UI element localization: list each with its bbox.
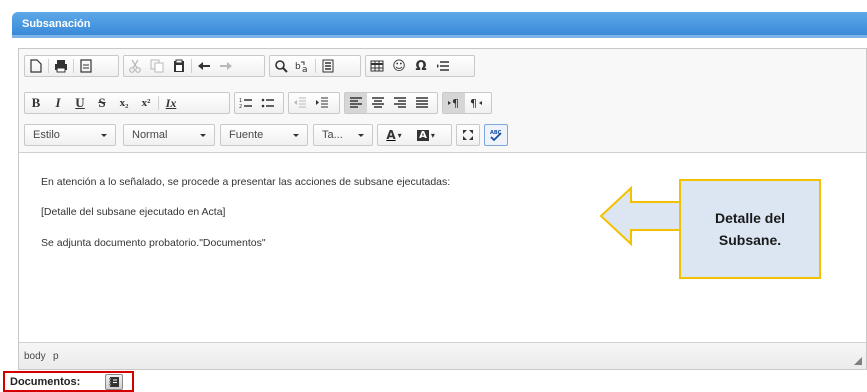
emoji-icon[interactable]: ☺: [388, 56, 410, 76]
separator: [73, 59, 74, 73]
rich-text-editor: ba ☺ Ω B I U S x₂ x² Ix 1 2 ¶ ¶ Estilo N…: [18, 48, 867, 370]
style-dropdown-label: Estilo: [33, 129, 60, 141]
ltr-icon[interactable]: ¶: [443, 93, 465, 113]
spellcheck-group: ABC: [484, 124, 508, 146]
bg-color-icon: A: [417, 129, 429, 141]
svg-text:¶: ¶: [470, 97, 477, 109]
svg-text:b: b: [295, 62, 301, 72]
callout-arrow-icon: [599, 185, 682, 247]
text-color-icon: A: [386, 128, 396, 142]
font-dropdown-label: Fuente: [229, 129, 264, 141]
separator: [48, 59, 49, 73]
documents-field: Documentos:: [3, 371, 134, 392]
replace-icon[interactable]: ba: [292, 56, 314, 76]
content-paragraph-2: [Detalle del subsane ejecutado en Acta]: [41, 206, 226, 218]
bg-color-button[interactable]: A ▾: [410, 125, 442, 145]
indent-icon[interactable]: [311, 93, 333, 113]
path-item-body[interactable]: body: [24, 351, 46, 362]
redo-icon[interactable]: [215, 56, 237, 76]
notebook-icon: [109, 377, 119, 387]
editor-status-bar: body p: [19, 342, 866, 369]
content-paragraph-3: Se adjunta documento probatorio."Documen…: [41, 237, 266, 249]
spellcheck-icon[interactable]: ABC: [485, 125, 507, 145]
page-break-icon[interactable]: [432, 56, 454, 76]
indent-group: [288, 92, 340, 114]
outdent-icon[interactable]: [289, 93, 311, 113]
insert-group: ☺ Ω: [365, 55, 475, 77]
separator: [158, 96, 159, 110]
format-dropdown-label: Normal: [132, 129, 168, 141]
editor-content[interactable]: En atención a lo señalado, se procede a …: [19, 154, 866, 342]
underline-button[interactable]: U: [69, 93, 91, 113]
align-right-icon[interactable]: [389, 93, 411, 113]
callout-box: Detalle del Subsane.: [679, 179, 821, 279]
maximize-group: [456, 124, 480, 146]
chevron-down-icon: ▾: [430, 130, 435, 140]
size-dropdown-label: Ta...: [322, 129, 343, 141]
bulleted-list-icon[interactable]: [257, 93, 279, 113]
svg-text:2: 2: [239, 104, 242, 109]
align-center-icon[interactable]: [367, 93, 389, 113]
svg-text:¶: ¶: [452, 97, 459, 109]
paste-icon[interactable]: [168, 56, 190, 76]
cut-icon[interactable]: [124, 56, 146, 76]
justify-icon[interactable]: [411, 93, 433, 113]
direction-group: ¶ ¶: [442, 92, 492, 114]
chevron-down-icon: [101, 134, 107, 137]
svg-text:a: a: [302, 65, 308, 73]
format-dropdown[interactable]: Normal: [123, 124, 215, 146]
path-item-p[interactable]: p: [53, 351, 59, 362]
basic-styles-group: B I U S x₂ x² Ix: [24, 92, 230, 114]
special-char-icon[interactable]: Ω: [410, 56, 432, 76]
editing-group: ba: [269, 55, 361, 77]
print-icon[interactable]: [50, 56, 72, 76]
maximize-icon[interactable]: [457, 125, 479, 145]
undo-icon[interactable]: [193, 56, 215, 76]
chevron-down-icon: [200, 134, 206, 137]
clipboard-group: [123, 55, 265, 77]
callout-line-1: Detalle del: [714, 210, 786, 226]
text-color-button[interactable]: A ▾: [378, 125, 410, 145]
rtl-icon[interactable]: ¶: [465, 93, 487, 113]
templates-icon[interactable]: [75, 56, 97, 76]
superscript-button[interactable]: x²: [135, 93, 157, 113]
remove-format-button[interactable]: Ix: [160, 93, 182, 113]
copy-icon[interactable]: [146, 56, 168, 76]
select-all-icon[interactable]: [317, 56, 339, 76]
bold-button[interactable]: B: [25, 93, 47, 113]
documents-label: Documentos:: [10, 375, 81, 388]
separator: [315, 59, 316, 73]
italic-button[interactable]: I: [47, 93, 69, 113]
chevron-down-icon: [293, 134, 299, 137]
page: Subsanación b a ☺ Ω B I U S x₂ x² Ix 1 2…: [0, 0, 867, 392]
document-group: [24, 55, 119, 77]
align-left-icon[interactable]: [345, 93, 367, 113]
alignment-group: [344, 92, 438, 114]
content-paragraph-1: En atención a lo señalado, se procede a …: [41, 176, 451, 188]
list-group: 12: [234, 92, 284, 114]
chevron-down-icon: ▾: [397, 130, 402, 140]
editor-toolbar: ba ☺ Ω B I U S x₂ x² Ix 1 2 ¶ ¶ Estilo N…: [19, 49, 866, 153]
size-dropdown[interactable]: Ta...: [313, 124, 373, 146]
font-dropdown[interactable]: Fuente: [220, 124, 308, 146]
separator: [191, 59, 192, 73]
colors-group: A ▾ A ▾: [377, 124, 452, 146]
style-dropdown[interactable]: Estilo: [24, 124, 116, 146]
panel-header: Subsanación: [12, 12, 867, 38]
chevron-down-icon: [358, 134, 364, 137]
table-icon[interactable]: [366, 56, 388, 76]
resize-grip-icon[interactable]: [854, 357, 862, 365]
documents-button[interactable]: [105, 374, 123, 390]
find-icon[interactable]: [270, 56, 292, 76]
numbered-list-icon[interactable]: 12: [235, 93, 257, 113]
new-page-icon[interactable]: [25, 56, 47, 76]
callout-line-2: Subsane.: [718, 232, 782, 248]
strike-button[interactable]: S: [91, 93, 113, 113]
panel-title: Subsanación: [22, 18, 91, 30]
subscript-button[interactable]: x₂: [113, 93, 135, 113]
